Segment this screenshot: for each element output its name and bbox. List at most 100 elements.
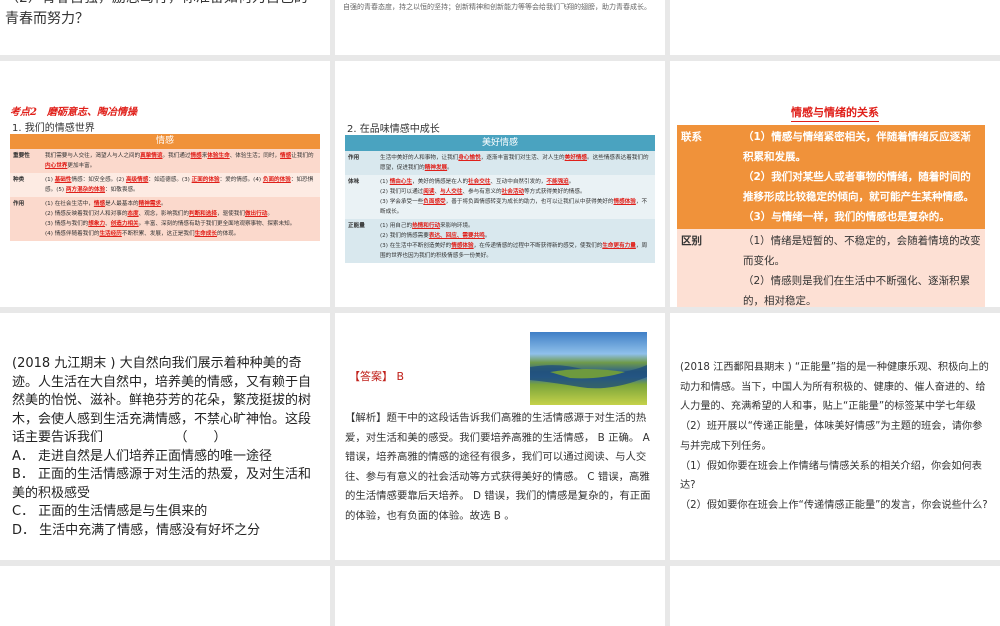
slide-subtitle: 2. 在品味情感中成长 (347, 124, 440, 135)
table-row: 区别 （1）情绪是短暂的、不稳定的，会随着情境的改变而变化。 （2）情感则是我们在生… (677, 229, 985, 307)
text-segment: ：如敬畏感。 (105, 187, 139, 193)
text-segment: 不断积累、发展，这正是我们 (121, 231, 195, 237)
text-segment: ，逐渐丰富我们对生活、对人生的 (480, 155, 565, 161)
table-header: 美好情感 (345, 135, 655, 151)
slide-thumbnail-1[interactable]: （2）青春自强，励志笃行，你准备如何为自己的青春而努力？ (0, 0, 330, 55)
text-segment: 等方式获得美好的情感。 (524, 189, 586, 195)
highlighted-keyword: 想象力 (88, 221, 106, 227)
text-segment: 情感：如安全感。(2) (71, 177, 126, 183)
highlighted-keyword: 热情和行动 (412, 223, 441, 229)
slide-thumbnail-6[interactable]: 情感与情绪的关系 联系 （1）情感与情绪紧密相关，伴随着情绪反应逐渐积累和发展。（… (670, 61, 1000, 307)
slide-thumbnail-10[interactable] (0, 566, 330, 626)
row-content: 生活中美好的人和事物，让我们身心愉悦，逐渐丰富我们对生活、对人生的美好情感。这些… (377, 151, 655, 175)
highlighted-keyword: 态度 (127, 211, 139, 217)
highlighted-keyword: 负面感受 (423, 199, 446, 205)
section-heading: 考点2 磨砺意志、陶冶情操 (10, 107, 137, 118)
text-segment: (1) 在社会生活中， (45, 201, 94, 207)
slide-thumbnail-7[interactable]: (2018 九江期末 ) 大自然向我们展示着种种美的奇迹。人生活在大自然中，培养… (0, 313, 330, 560)
text-segment: 来影响环境。 (440, 223, 474, 229)
row-label: 重要性 (10, 149, 42, 173)
row-content: (1) 在社会生活中，情感是人最基本的精神需求。 (2) 情感反映着我们对人和对事… (42, 197, 320, 241)
highlighted-keyword: 社会活动 (501, 189, 525, 195)
row-content: (1) 用自己的热情和行动来影响环境。 (2) 我们的情感需要表达、回应、需要共鸣… (377, 219, 655, 263)
text-segment: 。 (161, 201, 167, 207)
row-label: 区别 (677, 229, 739, 307)
table-header: 情感 (10, 134, 320, 149)
table-row: 作用 (1) 在社会生活中，情感是人最基本的精神需求。 (2) 情感反映着我们对人和… (10, 197, 320, 241)
highlighted-keyword: 情由心生 (389, 179, 413, 185)
highlighted-keyword: 美好情感 (564, 155, 588, 161)
text-segment: ：爱的情感。(4) (219, 177, 263, 183)
row-content: 我们需要与人交往，渴望人与人之间的真挚情谊。我们通过情感来体验生命、体验生活；同… (42, 149, 320, 173)
highlighted-keyword: 精神需求 (138, 201, 162, 207)
text-segment: 。 (484, 233, 491, 239)
slide-thumbnail-2[interactable]: 自强的青春态度，持之以恒的坚持；创新精神和创新能力等等会给我们飞翔的翅膀，助力青… (335, 0, 665, 55)
table-row: 正能量 (1) 用自己的热情和行动来影响环境。 (2) 我们的情感需要表达、回应、需… (345, 219, 655, 263)
text-segment: (1) (380, 179, 390, 185)
highlighted-keyword: 不能强迫 (546, 179, 569, 185)
text-segment: 。 (267, 211, 273, 217)
text-segment: 。 (447, 165, 453, 171)
row-content: (1) 基础性情感：如安全感。(2) 高级情感：如道德感。(3) 正面的体验：爱… (42, 173, 320, 197)
table-row: 体味 (1) 情由心生，美好的情感是在人的社会交往、互动中自然引发的，不能强迫。(… (345, 175, 655, 219)
highlighted-keyword: 与人交往 (440, 189, 463, 195)
highlighted-keyword: 负面的体验 (262, 177, 291, 183)
row-label: 正能量 (345, 219, 377, 263)
highlighted-keyword: 情感体验 (613, 199, 636, 205)
highlighted-keyword: 真挚情谊 (140, 153, 163, 159)
slide-title: 情感与情绪的关系 (791, 106, 879, 122)
highlighted-keyword: 身心愉悦 (458, 155, 481, 161)
text-segment: 、观念，影响我们的 (138, 211, 189, 217)
slide-subtitle: 1. 我们的情感世界 (12, 123, 95, 134)
slide-thumbnail-9[interactable]: (2018 江西鄱阳县期末 ) “正能量”指的是一种健康乐观、积极向上的动力和情… (670, 313, 1000, 560)
highlighted-keyword: 做出行动 (244, 211, 268, 217)
text-segment: (2) 我们的情感需要 (380, 233, 429, 239)
sub-question-2: （2）假如要你在班会上作“传递情感正能量”的发言，你会说些什么? (680, 499, 988, 511)
text-segment: (1) (45, 177, 55, 183)
option-d: D． 生活中充满了情感，情感没有好坏之分 (12, 522, 261, 538)
text-segment: 是人最基本的 (105, 201, 139, 207)
slide-thumbnail-5[interactable]: 2. 在品味情感中成长 美好情感 作用 生活中美好的人和事物，让我们身心愉悦，逐渐… (335, 61, 665, 307)
row-label: 联系 (677, 125, 739, 229)
highlighted-keyword: 内心世界 (45, 163, 68, 169)
table-row: 作用 生活中美好的人和事物，让我们身心愉悦，逐渐丰富我们对生活、对人生的美好情感。… (345, 151, 655, 175)
highlighted-keyword: 情感体验 (451, 243, 474, 249)
text-segment: (4) 情感伴随着我们的 (45, 231, 100, 237)
emotion-table: 情感 重要性 我们需要与人交往，渴望人与人之间的真挚情谊。我们通过情感来体验生命、… (10, 134, 320, 241)
highlighted-keyword: 高级情感 (125, 177, 149, 183)
slide-thumbnail-8[interactable]: 【答案】 B 【解析】题干中的这段话告诉我们高雅的生活情感源于对生活的热爱，对生… (335, 313, 665, 560)
row-label: 作用 (10, 197, 42, 241)
question-text: (2018 江西鄱阳县期末 ) “正能量”指的是一种健康乐观、积极向上的动力和情… (680, 362, 989, 452)
table-row: 种类 (1) 基础性情感：如安全感。(2) 高级情感：如道德感。(3) 正面的体验… (10, 173, 320, 197)
text-segment: (3) 学会承受一些 (380, 199, 424, 205)
slide-thumbnail-3[interactable] (670, 0, 1000, 55)
slide-thumbnail-11[interactable] (335, 566, 665, 626)
text-segment: ，美好的情感是在人的 (412, 179, 469, 185)
text-segment: 。 (568, 179, 575, 185)
sub-question-1: （1）假如你要在班会上作情绪与情感关系的相关介绍，你会如何表达? (680, 460, 982, 492)
text-segment: (2) 情感反映着我们对人和对事的 (45, 211, 128, 217)
slide-thumbnail-12[interactable] (670, 566, 1000, 626)
text-segment: ：如道德感。(3) (148, 177, 192, 183)
slide-text: （2）青春自强，励志笃行，你准备如何为自己的青春而努力？ (5, 0, 308, 27)
good-emotion-table: 美好情感 作用 生活中美好的人和事物，让我们身心愉悦，逐渐丰富我们对生活、对人生的… (345, 135, 655, 263)
text-segment: 、体验生活；同时， (229, 153, 281, 159)
answer-value: B (396, 370, 405, 383)
highlighted-keyword: 社会交往 (468, 179, 491, 185)
highlighted-keyword: 生活经历 (99, 231, 122, 237)
text-segment: 的体现。 (216, 231, 240, 237)
option-c: C． 正面的生活情感是与生俱来的 (12, 504, 208, 519)
row-label: 种类 (10, 173, 42, 197)
highlighted-keyword: 表达、回应、需要共鸣 (428, 233, 485, 239)
text-segment: (2) 我们可以通过 (380, 189, 424, 195)
highlighted-keyword: 阅读 (423, 189, 435, 195)
slide-thumbnail-4[interactable]: 考点2 磨砺意志、陶冶情操 1. 我们的情感世界 情感 重要性 我们需要与人交往，… (0, 61, 330, 307)
row-content: (1) 情由心生，美好的情感是在人的社会交往、互动中自然引发的，不能强迫。 (2)… (377, 175, 655, 219)
text-segment: 。我们通过 (162, 153, 191, 159)
row-label: 作用 (345, 151, 377, 175)
text-segment: 我们需要与人交往，渴望人与人之间的 (45, 153, 141, 159)
highlighted-keyword: 两方混杂的体验 (65, 187, 106, 193)
text-segment: 。丰富、深刻的情感有助于我们更全面地观察事物、探索未知。 (138, 221, 296, 227)
highlighted-keyword: 判断和选择 (188, 211, 217, 217)
text-segment: 更加丰富。 (67, 163, 96, 169)
